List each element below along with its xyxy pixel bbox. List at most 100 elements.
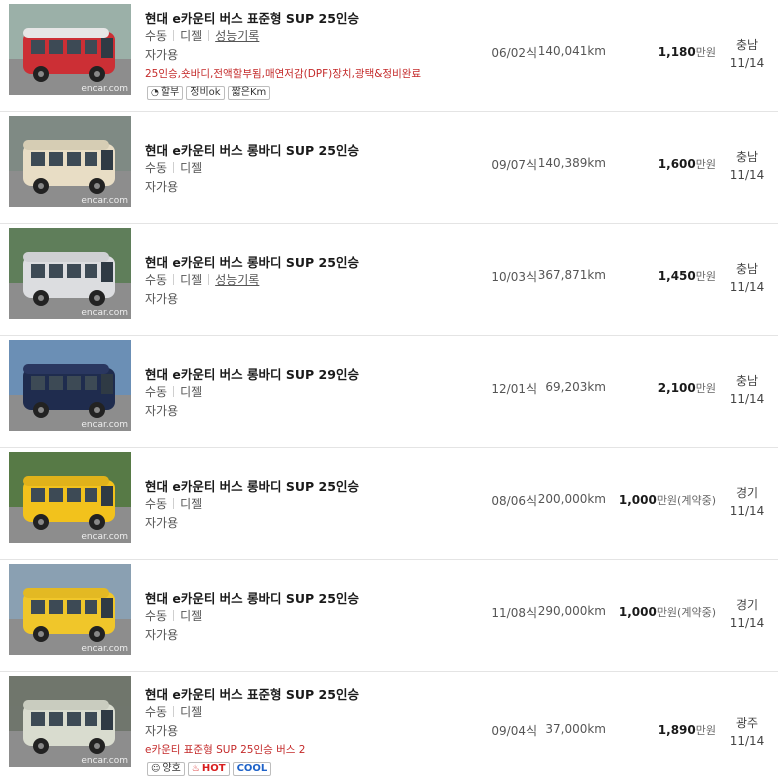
badge-group: ◔ 할부 정비ok 짧은Km	[147, 86, 271, 100]
listing-thumbnail[interactable]: encar.com	[9, 116, 131, 207]
region: 경기	[735, 598, 759, 612]
usage-label: 자가용	[145, 404, 179, 418]
bus-photo	[9, 452, 131, 543]
region: 충남	[735, 374, 759, 388]
location-date: 충남 11/14	[722, 148, 772, 184]
listing-row[interactable]: encar.com 현대 e카운티 버스 롱바디 SUP 25인승 수동 디젤 자가용…	[0, 560, 778, 672]
usage-label: 자가용	[145, 628, 179, 642]
usage-label: 자가용	[145, 48, 179, 62]
model-year: 11/08식	[491, 606, 537, 620]
performance-record-link[interactable]: 성능기록	[215, 273, 259, 287]
listing-title[interactable]: 현대 e카운티 버스 롱바디 SUP 25인승	[145, 252, 359, 271]
location-date: 광주 11/14	[722, 714, 772, 750]
usage-label: 자가용	[145, 516, 179, 530]
listing-specs: 수동 디젤 성능기록	[145, 271, 259, 288]
bus-photo	[9, 676, 131, 767]
listing-row[interactable]: encar.com 현대 e카운티 버스 롱바디 SUP 29인승 수동 디젤자가용…	[0, 336, 778, 448]
fuel-label: 디젤	[180, 705, 203, 719]
price: 1,600만원	[657, 157, 716, 171]
listing-date: 11/14	[729, 616, 765, 630]
transmission-label: 수동	[145, 161, 168, 175]
usage-label: 자가용	[145, 292, 179, 306]
listing-title[interactable]: 현대 e카운티 버스 롱바디 SUP 29인승	[145, 364, 359, 383]
watermark: encar.com	[81, 532, 128, 542]
transmission-label: 수동	[145, 273, 168, 287]
listing-thumbnail[interactable]: encar.com	[9, 340, 131, 431]
listing-badge: 짧은Km	[227, 86, 271, 100]
listing-badge: ♨ HOT	[187, 762, 230, 776]
transmission-label: 수동	[145, 29, 168, 43]
listing-note: e카운티 표준형 SUP 25인승 버스 2	[145, 744, 306, 756]
location-date: 충남 11/14	[722, 260, 772, 296]
listing-title[interactable]: 현대 e카운티 버스 롱바디 SUP 25인승	[145, 140, 359, 159]
price: 1,000만원(계약중)	[618, 493, 716, 507]
watermark: encar.com	[81, 196, 128, 206]
transmission-label: 수동	[145, 497, 168, 511]
listing-title[interactable]: 현대 e카운티 버스 표준형 SUP 25인승	[145, 8, 359, 27]
location-date: 충남 11/14	[722, 36, 772, 72]
bus-photo	[9, 340, 131, 431]
listing-row[interactable]: encar.com 현대 e카운티 버스 표준형 SUP 25인승 수동 디젤 성능기…	[0, 0, 778, 112]
listing-row[interactable]: encar.com 현대 e카운티 버스 롱바디 SUP 25인승 수동 디젤 자가용…	[0, 448, 778, 560]
transmission-label: 수동	[145, 705, 168, 719]
watermark: encar.com	[81, 308, 128, 318]
price: 1,890만원	[657, 723, 716, 737]
performance-record-link[interactable]: 성능기록	[215, 29, 259, 43]
fuel-label: 디젤	[180, 161, 203, 175]
price: 1,180만원	[657, 45, 716, 59]
bus-photo	[9, 4, 131, 95]
transmission-label: 수동	[145, 609, 168, 623]
region: 경기	[735, 486, 759, 500]
fuel-label: 디젤	[180, 497, 203, 511]
listing-thumbnail[interactable]: encar.com	[9, 4, 131, 95]
listing-row[interactable]: encar.com 현대 e카운티 버스 롱바디 SUP 25인승 수동 디젤 자가용…	[0, 112, 778, 224]
watermark: encar.com	[81, 84, 128, 94]
listing-title[interactable]: 현대 e카운티 버스 롱바디 SUP 25인승	[145, 476, 359, 495]
listing-badge: ◔ 할부	[147, 86, 184, 100]
listing-title[interactable]: 현대 e카운티 버스 표준형 SUP 25인승	[145, 684, 359, 703]
region: 충남	[735, 262, 759, 276]
listing-specs: 수동 디젤	[145, 159, 202, 176]
listing-row[interactable]: encar.com 현대 e카운티 버스 롱바디 SUP 25인승 수동 디젤 성능기…	[0, 224, 778, 336]
fuel-label: 디젤	[180, 273, 203, 287]
listing-date: 11/14	[729, 392, 765, 406]
location-date: 충남 11/14	[722, 372, 772, 408]
listing-specs: 수동 디젤	[145, 607, 202, 624]
model-year: 09/07식	[491, 158, 537, 172]
model-year: 10/03식	[491, 270, 537, 284]
usage-label: 자가용	[145, 724, 179, 738]
listing-title[interactable]: 현대 e카운티 버스 롱바디 SUP 25인승	[145, 588, 359, 607]
badge-group: ☺ 양호 ♨ HOT COOL	[147, 762, 272, 776]
watermark: encar.com	[81, 420, 128, 430]
location-date: 경기 11/14	[722, 484, 772, 520]
model-year: 06/02식	[491, 46, 537, 60]
listing-date: 11/14	[729, 280, 765, 294]
region: 충남	[735, 38, 759, 52]
listing-specs: 수동 디젤	[145, 703, 202, 720]
listing-thumbnail[interactable]: encar.com	[9, 452, 131, 543]
listing-date: 11/14	[729, 504, 765, 518]
listing-specs: 수동 디젤 성능기록	[145, 27, 259, 44]
fuel-label: 디젤	[180, 385, 203, 399]
pie-chart-icon: ◔	[151, 88, 159, 98]
listing-date: 11/14	[729, 168, 765, 182]
listing-thumbnail[interactable]: encar.com	[9, 676, 131, 767]
bus-photo	[9, 228, 131, 319]
listing-note: 25인승,숏바디,전액할부됨,매연저감(DPF)장치,광택&정비완료	[145, 68, 422, 80]
listing-badge: 정비ok	[186, 86, 225, 100]
fuel-label: 디젤	[180, 29, 203, 43]
listing-thumbnail[interactable]: encar.com	[9, 564, 131, 655]
listing-date: 11/14	[729, 734, 765, 748]
bus-photo	[9, 564, 131, 655]
listing-date: 11/14	[729, 56, 765, 70]
listing-badge: ☺ 양호	[147, 762, 185, 776]
listing-specs: 수동 디젤	[145, 383, 202, 400]
price: 2,100만원	[657, 381, 716, 395]
region: 충남	[735, 150, 759, 164]
fire-icon: ♨	[191, 764, 200, 774]
location-date: 경기 11/14	[722, 596, 772, 632]
listing-thumbnail[interactable]: encar.com	[9, 228, 131, 319]
listing-row[interactable]: encar.com 현대 e카운티 버스 표준형 SUP 25인승 수동 디젤 자가용…	[0, 672, 778, 783]
fuel-label: 디젤	[180, 609, 203, 623]
bus-photo	[9, 116, 131, 207]
